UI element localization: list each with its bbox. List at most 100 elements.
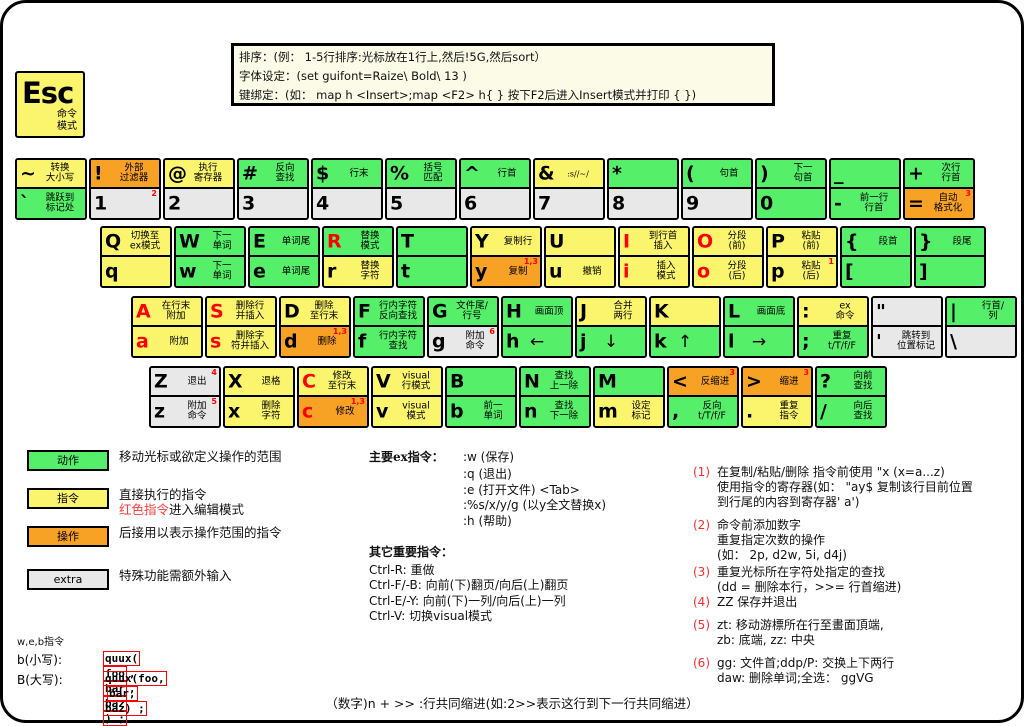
- key-9[interactable]: (句首9: [681, 158, 753, 220]
- key-desc: 在行末 附加: [153, 301, 199, 322]
- key-half-bot: u撤销: [546, 257, 614, 286]
- key-footnote-marker: 1,3: [524, 257, 538, 266]
- key-glyph: W: [179, 232, 200, 251]
- key-glyph: 2: [168, 194, 181, 213]
- key-glyph: l: [728, 332, 735, 351]
- key-period[interactable]: >缩进3.重复 指令: [741, 366, 813, 428]
- key-5[interactable]: %括号 匹配5: [385, 158, 457, 220]
- key-glyph: /: [820, 402, 827, 421]
- key-glyph: ;: [802, 332, 810, 351]
- key-half-top: ^行首: [461, 160, 529, 189]
- key-esc[interactable]: Esc 命令 模式: [15, 71, 85, 138]
- key-desc: 行内字符 反向查找: [375, 301, 421, 322]
- web-row2-label: B(大写):: [17, 673, 63, 687]
- key-i[interactable]: I到行首 插入i插入 模式: [618, 226, 690, 288]
- key-half-top: T: [398, 228, 466, 257]
- key-v[interactable]: Vvisual 行模式vvisual 模式: [371, 366, 443, 428]
- key-minus[interactable]: _-前一行 行首: [829, 158, 901, 220]
- key-3[interactable]: #反向 查找3: [237, 158, 309, 220]
- key-k[interactable]: Kk↑: [649, 296, 721, 358]
- key-7[interactable]: &:s//~/7: [533, 158, 605, 220]
- key-desc: 反向 t/T/f/F: [689, 401, 735, 422]
- key-desc: 段尾: [942, 236, 982, 247]
- key-half-top: ?向前 查找: [817, 368, 885, 397]
- note-text: 命令前添加数字 重复指定次数的操作 (如： 2p, d2w, 5i, d4j): [693, 518, 1023, 563]
- key-a[interactable]: A在行末 附加a附加: [131, 296, 203, 358]
- key-glyph: N: [524, 372, 540, 391]
- key-footnote-marker: 1,3: [333, 327, 347, 336]
- key-d[interactable]: D删除 至行末d删除1,3: [279, 296, 351, 358]
- key-half-top: G文件尾/ 行号: [429, 298, 497, 327]
- key-glyph: ?: [820, 372, 831, 391]
- key-desc: 分段 (后): [714, 261, 760, 282]
- key-l[interactable]: L画面底l→: [723, 296, 795, 358]
- key-footnote-marker: 3: [729, 368, 735, 377]
- key-z[interactable]: Z退出4z附加 命令5: [149, 366, 221, 428]
- key-glyph: !: [94, 164, 103, 183]
- key-half-bot: b前一 单词: [447, 397, 515, 426]
- key-x[interactable]: X退格x删除 字符: [223, 366, 295, 428]
- key-lbracket[interactable]: {段首[: [840, 226, 912, 288]
- key-desc: 反缩进: [695, 376, 735, 387]
- key-m[interactable]: Mm设定 标记: [593, 366, 665, 428]
- key-half-bot: q: [102, 257, 170, 286]
- key-half-bot: =自动 格式化3: [905, 189, 973, 218]
- key-glyph: x: [228, 402, 240, 421]
- key-t[interactable]: Tt: [396, 226, 468, 288]
- key-2[interactable]: @执行 寄存器2: [163, 158, 235, 220]
- key-half-top: X退格: [225, 368, 293, 397]
- key-half-top: :ex 命令: [799, 298, 867, 327]
- key-glyph: U: [549, 232, 564, 251]
- key-o[interactable]: O分段 (前)o分段 (后): [692, 226, 764, 288]
- key-6[interactable]: ^行首6: [459, 158, 531, 220]
- key-e[interactable]: E单词尾e单词尾: [248, 226, 320, 288]
- key-h[interactable]: H画面顶h←: [501, 296, 573, 358]
- key-half-bot: x删除 字符: [225, 397, 293, 426]
- key-8[interactable]: *8: [607, 158, 679, 220]
- key-half-bot: 9: [683, 189, 751, 218]
- key-rbracket[interactable]: }段尾]: [914, 226, 986, 288]
- key-c[interactable]: C修改 至行末c修改1,3: [297, 366, 369, 428]
- key-n[interactable]: N查找 上一除n查找 下一除: [519, 366, 591, 428]
- key-half-top: *: [609, 160, 677, 189]
- key-u[interactable]: Uu撤销: [544, 226, 616, 288]
- key-desc: 反向 查找: [265, 163, 305, 184]
- key-glyph: _: [834, 164, 844, 183]
- key-desc: 附加: [159, 336, 199, 347]
- key-q[interactable]: Q切换至 ex模式q: [100, 226, 172, 288]
- key-glyph: b: [450, 402, 464, 421]
- key-glyph: %: [390, 164, 409, 183]
- key-backslash[interactable]: |行首/ 列\: [945, 296, 1017, 358]
- key-s[interactable]: S删除行 并插入s删除字 符并插入: [205, 296, 277, 358]
- key-half-bot: ;重复 t/T/f/F: [799, 327, 867, 356]
- key-slash[interactable]: ?向前 查找/向后 查找: [815, 366, 887, 428]
- ex-commands-block: 主要ex指令： :w (保存) :q (退出) :e (打开文件) <Tab> …: [369, 450, 606, 529]
- key-half-bot: 4: [313, 189, 381, 218]
- key-half-top: W下一 单词: [176, 228, 244, 257]
- key-w[interactable]: W下一 单词w下一 单词: [174, 226, 246, 288]
- key-0[interactable]: )下一 句首0: [755, 158, 827, 220]
- key-y[interactable]: Y复制行y复制1,3: [470, 226, 542, 288]
- web-block-row-upper: B(大写): quux(foo, bar, baz) ;: [17, 671, 63, 688]
- key-comma[interactable]: <反缩进3,反向 t/T/f/F: [667, 366, 739, 428]
- key-1[interactable]: !外部 过滤器12: [89, 158, 161, 220]
- key-desc: 次行 行首: [931, 163, 971, 184]
- key-desc: 复制行: [498, 236, 538, 247]
- key-4[interactable]: $行末4: [311, 158, 383, 220]
- key-equal[interactable]: +次行 行首=自动 格式化3: [903, 158, 975, 220]
- key-glyph: S: [210, 302, 224, 321]
- key-glyph: A: [136, 302, 151, 321]
- key-quote[interactable]: "'跳转到 位置标记: [871, 296, 943, 358]
- key-j[interactable]: J合并 两行j↓: [575, 296, 647, 358]
- key-f[interactable]: F行内字符 反向查找f行内字符 查找: [353, 296, 425, 358]
- key-p[interactable]: P粘贴 (前)p粘贴 (后)1: [766, 226, 838, 288]
- key-glyph: L: [728, 302, 740, 321]
- key-desc: 退格: [251, 376, 291, 387]
- other-command-0: Ctrl-R: 重做: [369, 563, 568, 579]
- key-semicolon[interactable]: :ex 命令;重复 t/T/f/F: [797, 296, 869, 358]
- key-g[interactable]: G文件尾/ 行号g附加 命令6: [427, 296, 499, 358]
- key-tilde[interactable]: ~转换 大小写`跳跃到 标记处: [15, 158, 87, 220]
- key-b[interactable]: Bb前一 单词: [445, 366, 517, 428]
- key-r[interactable]: R替换 模式r替换 字符: [322, 226, 394, 288]
- note-4: (4)ZZ 保存并退出: [693, 595, 1023, 610]
